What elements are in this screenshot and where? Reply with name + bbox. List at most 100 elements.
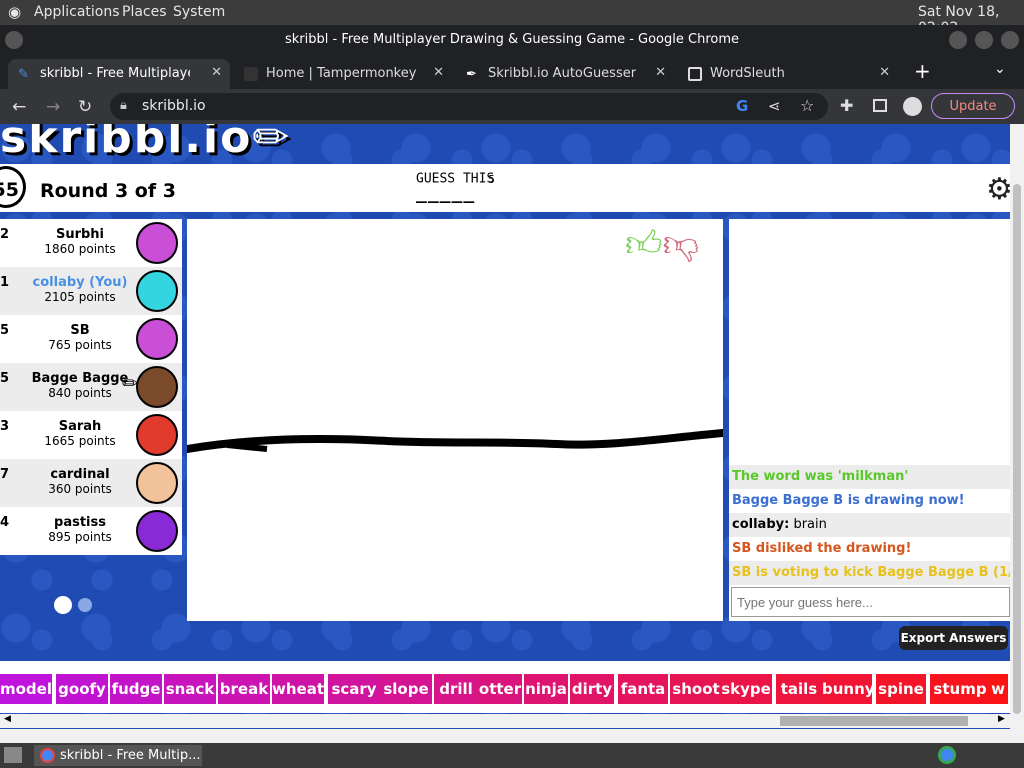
word-chip[interactable]: bunny	[822, 674, 875, 704]
apps-logo-icon[interactable]: ◉	[8, 3, 21, 21]
close-tab-icon[interactable]: ✕	[433, 65, 444, 80]
bookmark-star-icon[interactable]: ☆	[800, 96, 814, 115]
drawing-canvas[interactable]	[183, 219, 727, 621]
close-tab-icon[interactable]: ✕	[879, 65, 890, 80]
thumbs-up-icon[interactable]: 👍︎	[625, 224, 663, 265]
player-avatar	[136, 222, 178, 264]
scroll-left-icon[interactable]: ◀	[4, 714, 11, 724]
applications-menu[interactable]: Applications	[34, 4, 120, 20]
wordsleuth-icon	[688, 67, 702, 81]
player-name: pastiss	[54, 515, 106, 530]
share-icon[interactable]: ⋖	[768, 97, 781, 115]
back-arrow-icon[interactable]: ←	[12, 97, 26, 117]
page-dot[interactable]	[78, 598, 92, 612]
word-chip[interactable]: skype	[720, 674, 772, 704]
vertical-scrollbar-thumb[interactable]	[1013, 184, 1021, 714]
thumbs-down-icon[interactable]: 👎︎	[663, 224, 700, 265]
player-rank: 2	[0, 227, 10, 242]
word-chip[interactable]: snack	[164, 674, 216, 704]
word-chip[interactable]: slope	[380, 674, 432, 704]
player-row[interactable]: 5 Bagge Bagge 840 points ✏	[0, 363, 182, 411]
player-avatar	[136, 462, 178, 504]
script-icon: ✒	[466, 67, 477, 82]
player-name: SB	[70, 323, 90, 338]
lock-icon[interactable]: 🔒︎	[120, 98, 127, 113]
chrome-icon	[40, 748, 55, 763]
word-chip[interactable]: spine	[876, 674, 926, 704]
word-chip[interactable]: w	[988, 674, 1008, 704]
player-row[interactable]: 2 Surbhi 1860 points	[0, 219, 182, 267]
word-chip[interactable]: model	[0, 674, 52, 704]
toolbar: ← → ↻ 🔒︎ skribbl.io G ⋖ ☆ ✚ Update	[0, 89, 1024, 124]
player-row[interactable]: 3 Sarah 1665 points	[0, 411, 182, 459]
reload-icon[interactable]: ↻	[78, 97, 92, 117]
word-chip[interactable]: fudge	[110, 674, 162, 704]
player-row[interactable]: 4 pastiss 895 points	[0, 507, 182, 555]
player-avatar	[136, 414, 178, 456]
close-tab-icon[interactable]: ✕	[211, 65, 222, 80]
player-name: cardinal	[50, 467, 110, 482]
side-panel-icon[interactable]	[873, 99, 887, 112]
player-rank: 7	[0, 467, 10, 482]
player-rank: 5	[0, 371, 10, 386]
browser-bottom-scrollbar[interactable]	[0, 729, 1024, 743]
player-row[interactable]: 1 collaby (You) 2105 points	[0, 267, 182, 315]
word-chip[interactable]: drill	[434, 674, 478, 704]
word-length: 5	[488, 173, 495, 186]
close-tab-icon[interactable]: ✕	[655, 65, 666, 80]
scrollbar-thumb[interactable]	[780, 716, 968, 726]
google-lens-icon[interactable]: G	[736, 97, 748, 115]
tab-wordsleuth[interactable]: WordSleuth ✕	[678, 59, 898, 89]
tab-tampermonkey[interactable]: Home | Tampermonkey ✕	[234, 59, 452, 89]
word-chip[interactable]: fanta	[618, 674, 668, 704]
chat-message: Bagge Bagge B is drawing now!	[729, 489, 1010, 513]
window-title: skribbl - Free Multiplayer Drawing & Gue…	[285, 32, 739, 47]
tab-skribbl[interactable]: ✎ skribbl - Free Multiplayer D ✕	[8, 59, 230, 89]
horizontal-scrollbar[interactable]: ◀ ▶	[0, 714, 1010, 728]
scroll-right-icon[interactable]: ▶	[998, 714, 1005, 724]
close-window-button[interactable]	[1001, 31, 1019, 49]
system-menu-bar: ◉ Applications Places System Sat Nov 18,…	[0, 0, 1024, 36]
word-chip[interactable]: tails	[776, 674, 822, 704]
word-chip[interactable]: break	[218, 674, 270, 704]
profile-avatar-icon[interactable]	[903, 97, 922, 116]
new-tab-button[interactable]: +	[914, 59, 931, 83]
word-chip[interactable]: goofy	[56, 674, 108, 704]
forward-arrow-icon[interactable]: →	[46, 97, 60, 117]
chat-user: collaby:	[732, 517, 790, 532]
maximize-button[interactable]	[975, 31, 993, 49]
word-chip[interactable]: stump	[930, 674, 990, 704]
export-answers-button[interactable]: Export Answers	[899, 626, 1008, 650]
taskbar-item-chrome[interactable]: skribbl - Free Multip...	[34, 745, 202, 766]
player-rank: 5	[0, 323, 10, 338]
tab-strip: ✎ skribbl - Free Multiplayer D ✕ Home | …	[0, 55, 1024, 89]
tab-label: Home | Tampermonkey	[266, 66, 417, 81]
word-chip[interactable]: shoot	[670, 674, 722, 704]
word-chip[interactable]: wheat	[272, 674, 324, 704]
tab-search-chevron-icon[interactable]: ⌄	[994, 61, 1006, 77]
settings-gear-icon[interactable]: ⚙	[986, 172, 1010, 207]
player-points: 1860 points	[44, 242, 116, 256]
system-menu[interactable]: System	[173, 4, 225, 20]
places-menu[interactable]: Places	[122, 4, 167, 20]
chat-message: collaby: brain	[729, 513, 1010, 537]
guess-input[interactable]	[731, 587, 1010, 617]
minimize-button[interactable]	[949, 31, 967, 49]
page-dot-active[interactable]	[54, 596, 72, 614]
player-points: 765 points	[48, 338, 112, 352]
word-chip[interactable]: ninja	[524, 674, 568, 704]
show-desktop-icon[interactable]	[4, 747, 22, 763]
update-button[interactable]: Update	[931, 93, 1015, 119]
tab-autoguesser[interactable]: ✒ Skribbl.io AutoGuesser ✕	[456, 59, 674, 89]
player-row[interactable]: 7 cardinal 360 points	[0, 459, 182, 507]
chrome-tray-icon[interactable]	[938, 746, 956, 764]
player-points: 2105 points	[44, 290, 116, 304]
vertical-scrollbar[interactable]	[1010, 124, 1024, 729]
extensions-puzzle-icon[interactable]: ✚	[840, 96, 853, 115]
address-field[interactable]: 🔒︎ skribbl.io G ⋖ ☆	[110, 93, 828, 120]
word-chip[interactable]: otter	[478, 674, 522, 704]
word-chip[interactable]: scary	[328, 674, 380, 704]
word-chip[interactable]: dirty	[570, 674, 614, 704]
player-row[interactable]: 5 SB 765 points	[0, 315, 182, 363]
chat-text: SB is voting to kick Bagge Bagge B (1/5)	[732, 565, 1010, 580]
